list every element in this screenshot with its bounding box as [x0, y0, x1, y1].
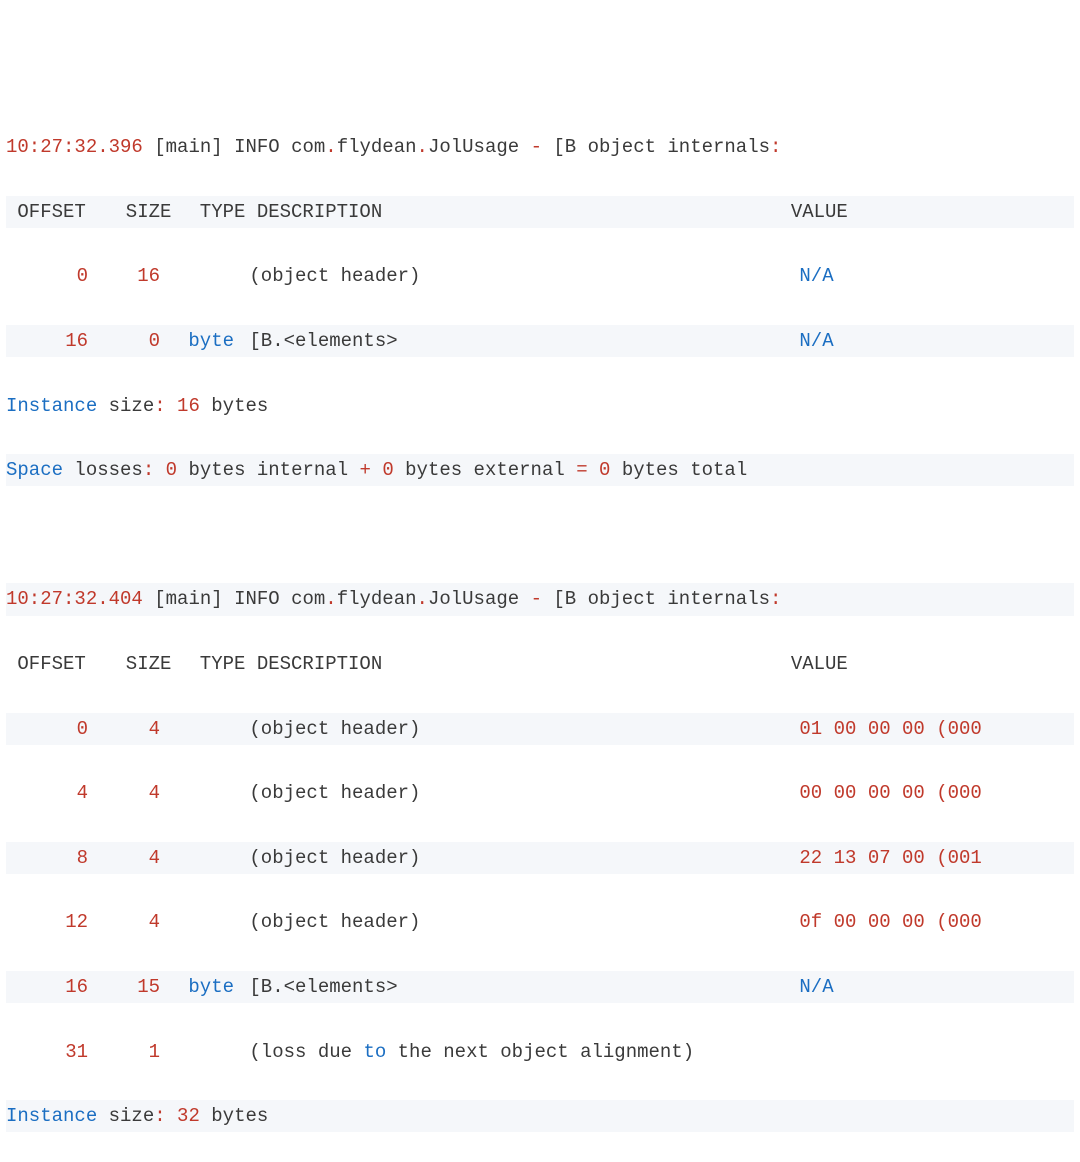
col-value: VALUE: [791, 201, 848, 223]
space-losses-line: Space losses: 0 bytes internal + 0 bytes…: [6, 454, 1074, 486]
table-header: OFFSETSIZETYPE DESCRIPTIONVALUE: [6, 648, 1074, 680]
col-type: TYPE: [171, 196, 245, 228]
log-level: INFO: [234, 136, 280, 158]
table-row: 160byte [B.<elements>N/A: [6, 325, 1074, 357]
table-row: 44 (object header)00 00 00 00 (000: [6, 777, 1074, 809]
instance-size-line: Instance size: 16 bytes: [6, 390, 1074, 422]
log-header-line: 10:27:32.396 [main] INFO com.flydean.Jol…: [6, 131, 1074, 163]
col-offset: OFFSET: [17, 648, 99, 680]
table-row: 124 (object header)0f 00 00 00 (000: [6, 906, 1074, 938]
col-desc: DESCRIPTION: [257, 196, 791, 228]
blank-line: [6, 519, 1074, 551]
log-header-line: 10:27:32.404 [main] INFO com.flydean.Jol…: [6, 583, 1074, 615]
col-size: SIZE: [99, 196, 171, 228]
col-size: SIZE: [99, 648, 171, 680]
thread-name: main: [166, 588, 212, 610]
col-type: TYPE: [171, 648, 245, 680]
table-row: 04 (object header)01 00 00 00 (000: [6, 713, 1074, 745]
timestamp: 10:27:32.396: [6, 136, 143, 158]
table-row: 84 (object header)22 13 07 00 (001: [6, 842, 1074, 874]
table-row: 1615byte [B.<elements>N/A: [6, 971, 1074, 1003]
table-row: 311 (loss due to the next object alignme…: [6, 1036, 1074, 1068]
table-row: 016 (object header)N/A: [6, 260, 1074, 292]
thread-name: main: [166, 136, 212, 158]
col-value: VALUE: [791, 653, 848, 675]
table-header: OFFSETSIZETYPE DESCRIPTIONVALUE: [6, 196, 1074, 228]
col-desc: DESCRIPTION: [257, 648, 791, 680]
timestamp: 10:27:32.404: [6, 588, 143, 610]
instance-size-line: Instance size: 32 bytes: [6, 1100, 1074, 1132]
log-level: INFO: [234, 588, 280, 610]
col-offset: OFFSET: [17, 196, 99, 228]
